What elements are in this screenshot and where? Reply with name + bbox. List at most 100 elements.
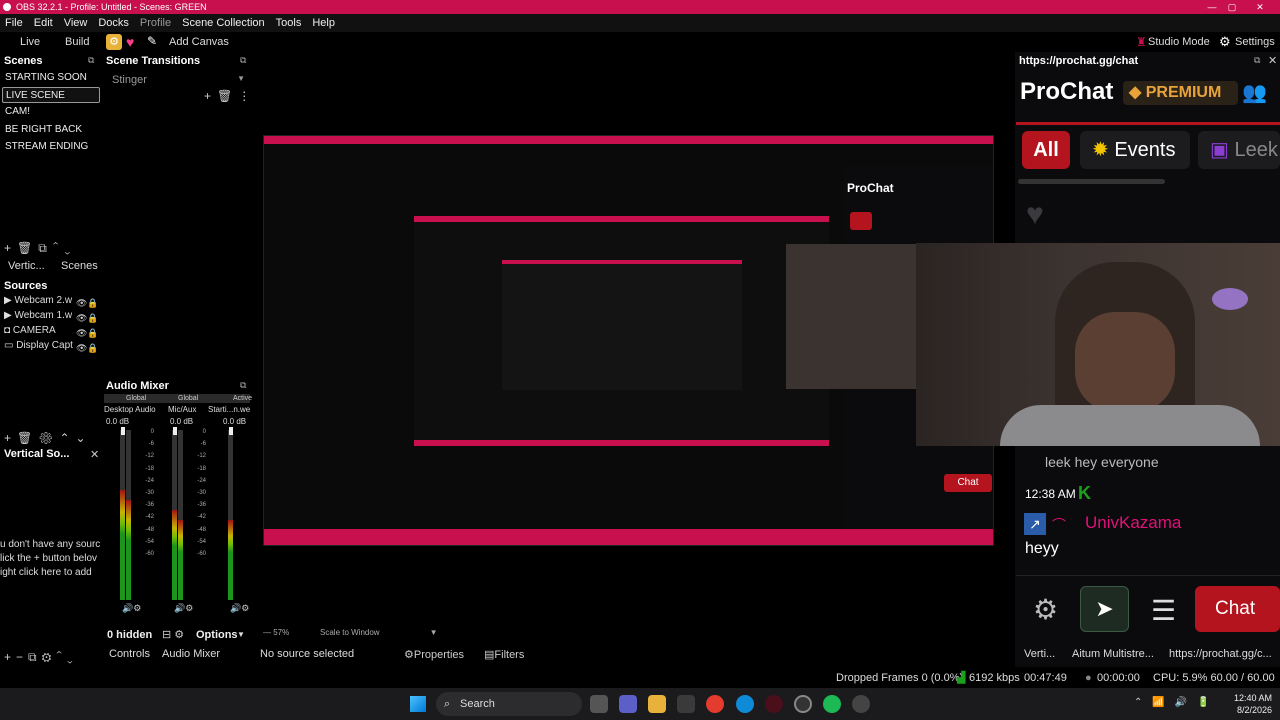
- menu-view[interactable]: View: [64, 17, 88, 29]
- chevron-down-icon: ▼: [237, 74, 245, 83]
- copilot-icon[interactable]: [619, 695, 637, 713]
- dock-tab-aitum[interactable]: Aitum Multistre...: [1072, 648, 1154, 660]
- obs-alt-icon[interactable]: [852, 695, 870, 713]
- preview-zoom[interactable]: — 57%: [263, 628, 289, 637]
- send-icon[interactable]: ➤: [1080, 586, 1129, 632]
- menu-bar: File Edit View Docks Profile Scene Collection…: [0, 14, 1280, 32]
- menu-docks[interactable]: Docks: [98, 17, 129, 29]
- taskbar-clock[interactable]: 12:40 AM 8/2/2026: [1226, 692, 1272, 716]
- menu-profile[interactable]: Profile: [140, 17, 171, 29]
- chat-scrollbar[interactable]: [1018, 179, 1165, 184]
- scene-item[interactable]: STARTING SOON: [2, 70, 100, 86]
- sun-icon: ✹: [1092, 139, 1115, 161]
- app-icon[interactable]: [765, 695, 783, 713]
- tab-vertical-scenes[interactable]: Vertic...: [8, 260, 45, 272]
- scene-item-selected[interactable]: LIVE SCENE: [2, 87, 100, 103]
- menu-scene-collection[interactable]: Scene Collection: [182, 17, 265, 29]
- properties-button[interactable]: ⚙Properties: [404, 648, 464, 661]
- mixer-layout-icons[interactable]: ⊟ ⚙: [162, 628, 184, 641]
- scene-item[interactable]: CAM!: [2, 104, 100, 120]
- mute-speaker-icon[interactable]: 🔊⚙: [174, 603, 193, 614]
- volume-slider-handle[interactable]: [229, 427, 233, 435]
- dock-float-icon[interactable]: ⧉: [88, 55, 94, 66]
- mute-speaker-icon[interactable]: 🔊⚙: [230, 603, 249, 614]
- windows-start-icon[interactable]: [410, 696, 426, 712]
- source-visibility-icons[interactable]: 👁🔒 👁🔒 👁🔒 👁🔒: [76, 296, 99, 356]
- taskbar: ⌕ Search ⌃📶🔊🔋 12:40 AM 8/2/2026: [0, 688, 1280, 720]
- menu-tools[interactable]: Tools: [276, 17, 302, 29]
- store-icon[interactable]: [677, 695, 695, 713]
- tab-audio-mixer[interactable]: Audio Mixer: [162, 648, 220, 660]
- mixer-db: 0.0 dB: [106, 417, 130, 426]
- source-controls[interactable]: +🗑⚙⌃⌄: [4, 431, 92, 445]
- taskbar-date: 8/2/2026: [1236, 705, 1272, 715]
- plugin-icon[interactable]: ✎: [147, 34, 157, 48]
- chrome-icon[interactable]: [706, 695, 724, 713]
- chat-send-button[interactable]: Chat: [1195, 586, 1280, 632]
- tab-build[interactable]: Build: [65, 36, 89, 48]
- transitions-dock-title: Scene Transitions: [106, 55, 201, 67]
- mixer-db: 0.0 dB: [223, 417, 247, 426]
- chat-tab-leek[interactable]: ▣ Leek: [1198, 131, 1280, 169]
- heart-icon[interactable]: ♥: [1026, 198, 1044, 232]
- spotify-icon[interactable]: [823, 695, 841, 713]
- heart-icon[interactable]: ♥: [126, 34, 134, 50]
- menu-edit[interactable]: Edit: [34, 17, 53, 29]
- studio-mode-button[interactable]: Studio Mode: [1148, 36, 1210, 48]
- menu-icon[interactable]: ☰: [1151, 594, 1176, 627]
- volume-meter: [126, 500, 131, 600]
- dock-float-icon[interactable]: ⧉: [240, 380, 246, 391]
- add-canvas-button[interactable]: Add Canvas: [169, 36, 229, 48]
- tab-controls[interactable]: Controls: [109, 648, 150, 660]
- task-view-icon[interactable]: [590, 695, 608, 713]
- chat-tab-events[interactable]: ✹ Events: [1080, 131, 1190, 169]
- chat-tab-all[interactable]: All: [1022, 131, 1070, 169]
- status-bar: Dropped Frames 0 (0.0%) ▟ 6192 kbps 00:4…: [0, 668, 1280, 704]
- transition-controls[interactable]: +🗑⋮: [204, 89, 256, 103]
- system-tray-icons[interactable]: ⌃📶🔊🔋: [1134, 697, 1220, 708]
- obs-taskbar-icon[interactable]: [794, 695, 812, 713]
- transition-select[interactable]: Stinger ▼: [112, 74, 247, 86]
- settings-button[interactable]: Settings: [1235, 36, 1275, 48]
- close-icon[interactable]: ✕: [1268, 54, 1277, 67]
- mixer-options-button[interactable]: Options: [196, 629, 238, 641]
- chat-settings-gear-icon[interactable]: ⚙: [1033, 593, 1058, 626]
- scale-select[interactable]: Scale to Window ▼: [320, 628, 438, 637]
- preview-canvas[interactable]: ProChat Chat: [263, 135, 994, 546]
- scene-item[interactable]: STREAM ENDING: [2, 139, 100, 155]
- users-icon[interactable]: 👥: [1242, 80, 1267, 105]
- taskbar-search[interactable]: ⌕ Search: [436, 692, 582, 716]
- tab-live[interactable]: Live: [20, 36, 40, 48]
- filters-button[interactable]: ▤Filters: [484, 648, 524, 661]
- dropped-frames: Dropped Frames 0 (0.0%): [836, 672, 964, 684]
- play-icon: ▶: [4, 310, 15, 321]
- file-explorer-icon[interactable]: [648, 695, 666, 713]
- dock-tab-vertical[interactable]: Verti...: [1024, 648, 1055, 660]
- settings-gear-icon[interactable]: ⚙: [1219, 34, 1231, 50]
- dock-tab-prochat[interactable]: https://prochat.gg/c...: [1169, 648, 1272, 660]
- hidden-count[interactable]: 0 hidden: [107, 629, 152, 641]
- close-icon[interactable]: ✕: [90, 448, 99, 461]
- mixer-db: 0.0 dB: [170, 417, 194, 426]
- camera-icon: ◘: [4, 325, 13, 336]
- close-window-button[interactable]: ✕: [1240, 0, 1280, 14]
- record-time: 00:47:49: [1024, 672, 1067, 684]
- tab-scenes[interactable]: Scenes: [61, 260, 98, 272]
- chat-username[interactable]: UnivKazama: [1085, 513, 1181, 533]
- chat-partial-message: leek hey everyone: [1045, 454, 1159, 470]
- edge-icon[interactable]: [736, 695, 754, 713]
- dock-float-icon[interactable]: ⧉: [1254, 55, 1260, 66]
- volume-meter: [228, 520, 233, 600]
- scene-item[interactable]: BE RIGHT BACK: [2, 122, 100, 138]
- vertical-source-controls[interactable]: +−⧉⚙⌃⌄: [4, 650, 78, 665]
- gear-badge-icon[interactable]: ⚙: [106, 34, 122, 50]
- mute-speaker-icon[interactable]: 🔊⚙: [122, 603, 141, 614]
- scene-controls[interactable]: +🗑⧉⌃⌄: [4, 241, 76, 256]
- volume-slider-handle[interactable]: [121, 427, 125, 435]
- dock-float-icon[interactable]: ⧉: [240, 55, 246, 66]
- menu-file[interactable]: File: [5, 17, 23, 29]
- nested-chat-button: Chat: [944, 474, 992, 492]
- menu-help[interactable]: Help: [312, 17, 335, 29]
- chat-message: heyy: [1025, 540, 1059, 557]
- volume-slider-handle[interactable]: [173, 427, 177, 435]
